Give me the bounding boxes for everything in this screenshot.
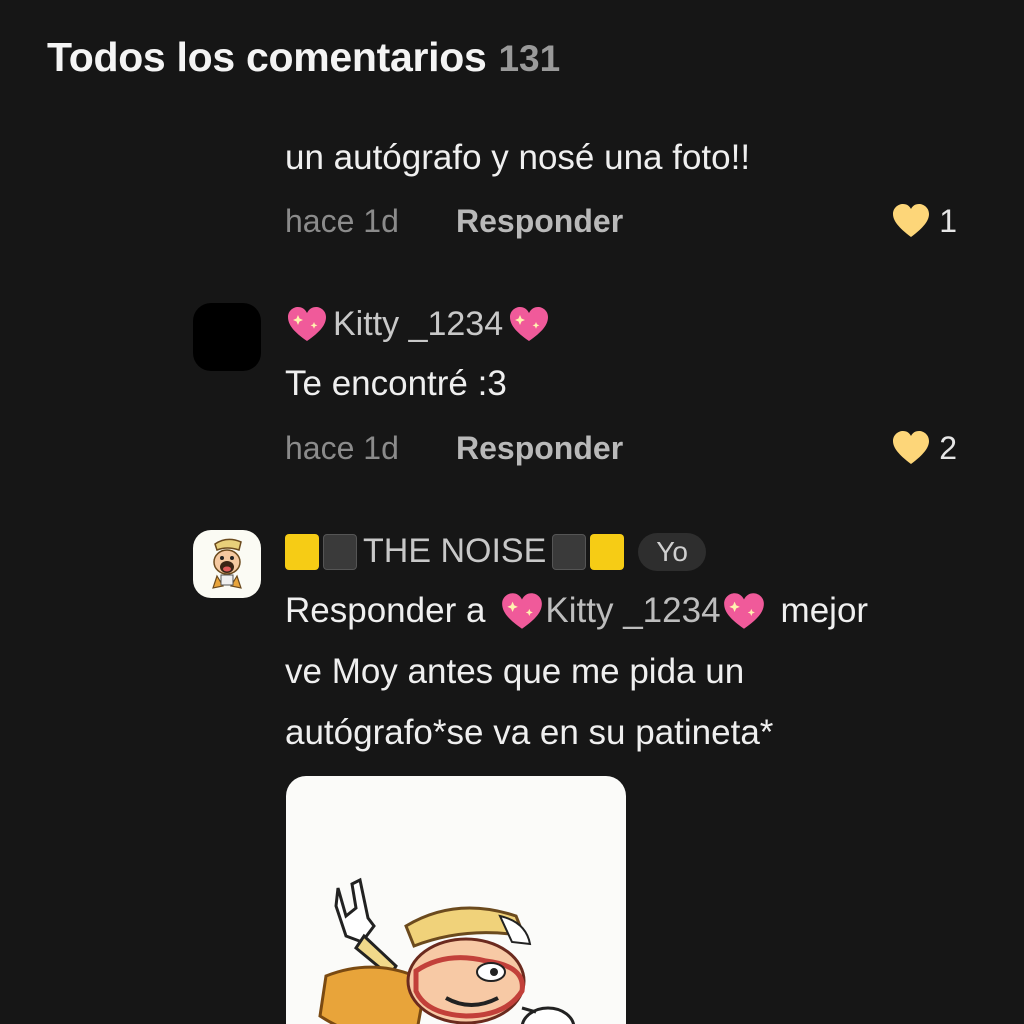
reply-button[interactable]: Responder bbox=[456, 430, 623, 467]
reply-button[interactable]: Responder bbox=[456, 203, 623, 240]
comment-text: un autógrafo y nosé una foto!! bbox=[285, 138, 751, 177]
comments-header: Todos los comentarios 131 bbox=[47, 34, 560, 81]
like-count: 1 bbox=[939, 202, 957, 239]
sparkling-heart-emoji-icon bbox=[288, 307, 326, 341]
comment-username[interactable]: THE NOISE Yo bbox=[285, 532, 706, 571]
comment-meta: hace 1d Responder 1 bbox=[285, 196, 957, 246]
black-square-emoji-icon bbox=[323, 533, 357, 570]
sparkling-heart-emoji-icon bbox=[510, 307, 549, 341]
comments-panel: Todos los comentarios 131 un autógrafo y… bbox=[0, 0, 1024, 1024]
yellow-square-emoji-icon bbox=[590, 533, 625, 570]
comment-time: hace 1d bbox=[285, 202, 399, 239]
heart-icon bbox=[893, 204, 930, 237]
comment-meta: hace 1d Responder 2 bbox=[285, 423, 957, 473]
sparkling-heart-emoji-icon bbox=[723, 593, 764, 629]
comment-text: Te encontré :3 bbox=[285, 364, 507, 403]
mention-link[interactable]: Kitty _1234 bbox=[499, 590, 766, 632]
black-square-emoji-icon bbox=[552, 533, 587, 570]
avatar[interactable] bbox=[193, 303, 261, 371]
reply-prefix: Responder a bbox=[285, 591, 486, 630]
author-badge: Yo bbox=[638, 532, 706, 571]
reply-line-suffix: mejor bbox=[780, 591, 869, 630]
comments-count: 131 bbox=[498, 38, 561, 79]
username-text: THE NOISE bbox=[363, 532, 547, 570]
username-text: Kitty _1234 bbox=[333, 304, 504, 343]
comments-title: Todos los comentarios bbox=[47, 34, 487, 80]
comment-text-line: ve Moy antes que me pida un bbox=[285, 652, 745, 691]
like-count: 2 bbox=[939, 429, 957, 466]
avatar[interactable] bbox=[193, 530, 261, 598]
cartoon-character-avatar-icon bbox=[212, 538, 242, 589]
comment-text-line: Responder a Kitty _1234 mejor bbox=[285, 590, 868, 632]
yellow-square-emoji-icon bbox=[285, 533, 319, 570]
mention-text: Kitty _1234 bbox=[545, 591, 721, 630]
sticker-image[interactable] bbox=[286, 776, 626, 1024]
comment-text-line: autógrafo*se va en su patineta* bbox=[285, 713, 774, 752]
like-button[interactable]: 2 bbox=[891, 430, 957, 467]
like-button[interactable]: 1 bbox=[891, 203, 957, 240]
comment-username[interactable]: Kitty _1234 bbox=[285, 304, 551, 344]
sparkling-heart-emoji-icon bbox=[502, 593, 543, 629]
cartoon-character-sticker-icon bbox=[318, 877, 576, 1024]
comment-time: hace 1d bbox=[285, 429, 399, 466]
heart-icon bbox=[893, 431, 930, 464]
